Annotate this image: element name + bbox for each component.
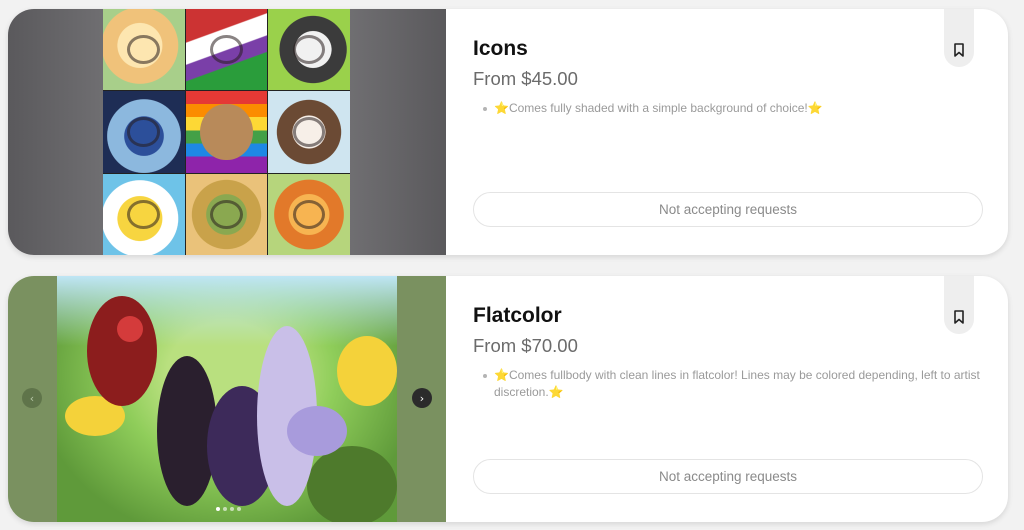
collage-tile: [103, 173, 185, 255]
card-title: Flatcolor: [473, 304, 562, 327]
description-item: ⭐Comes fullbody with clean lines in flat…: [483, 367, 983, 401]
carousel-dot[interactable]: [230, 507, 234, 511]
collage-tile: [268, 9, 350, 91]
chevron-left-icon: ‹: [29, 391, 35, 405]
carousel-dot[interactable]: [223, 507, 227, 511]
bookmark-button[interactable]: [944, 276, 974, 334]
collage-tile: [268, 173, 350, 255]
request-button[interactable]: Not accepting requests: [473, 192, 983, 227]
collage-tile: [185, 9, 268, 91]
card-description: ⭐Comes fullbody with clean lines in flat…: [483, 367, 983, 401]
carousel-prev-button[interactable]: ‹: [22, 388, 42, 408]
bookmark-icon: [954, 43, 964, 57]
collage-tile: [185, 173, 268, 255]
bookmark-icon: [954, 310, 964, 324]
description-item: ⭐Comes fully shaded with a simple backgr…: [483, 100, 983, 117]
carousel-dot[interactable]: [237, 507, 241, 511]
card-price: From $70.00: [473, 335, 578, 356]
commission-card-icons: Icons From $45.00 ⭐Comes fully shaded wi…: [8, 9, 1008, 255]
card-image-icons[interactable]: [8, 9, 446, 255]
icon-collage: [103, 9, 350, 255]
carousel-next-button[interactable]: ›: [412, 388, 432, 408]
chevron-right-icon: ›: [419, 391, 425, 405]
collage-tile: [185, 91, 268, 173]
flatcolor-artwork: [57, 276, 397, 522]
card-title: Icons: [473, 37, 528, 60]
card-description: ⭐Comes fully shaded with a simple backgr…: [483, 100, 983, 117]
commission-card-flatcolor: ‹ › Flatcolor From $70.00 ⭐Comes fullbod…: [8, 276, 1008, 522]
card-info: Icons From $45.00 ⭐Comes fully shaded wi…: [473, 9, 983, 255]
collage-tile: [103, 91, 185, 173]
card-price: From $45.00: [473, 68, 578, 89]
carousel-dot[interactable]: [216, 507, 220, 511]
carousel-indicators: [216, 507, 241, 511]
collage-tile: [103, 9, 185, 91]
card-info: Flatcolor From $70.00 ⭐Comes fullbody wi…: [473, 276, 983, 522]
collage-tile: [268, 91, 350, 173]
bookmark-button[interactable]: [944, 9, 974, 67]
card-image-carousel[interactable]: ‹ ›: [8, 276, 446, 522]
request-button[interactable]: Not accepting requests: [473, 459, 983, 494]
